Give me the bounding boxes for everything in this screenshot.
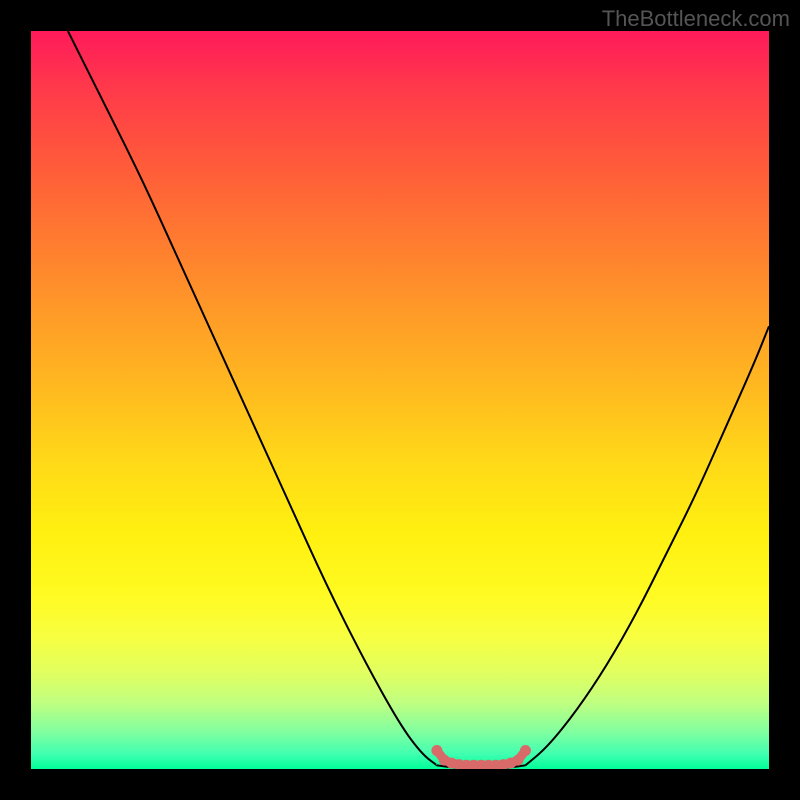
watermark-text: TheBottleneck.com xyxy=(602,6,790,32)
chart-curves xyxy=(31,31,769,769)
valley-marker-dot xyxy=(431,745,442,756)
left-curve-path xyxy=(68,31,437,765)
chart-plot-area xyxy=(31,31,769,769)
right-curve-path xyxy=(525,326,769,765)
valley-marker-dot xyxy=(520,745,531,756)
valley-marker-dot xyxy=(513,755,524,766)
